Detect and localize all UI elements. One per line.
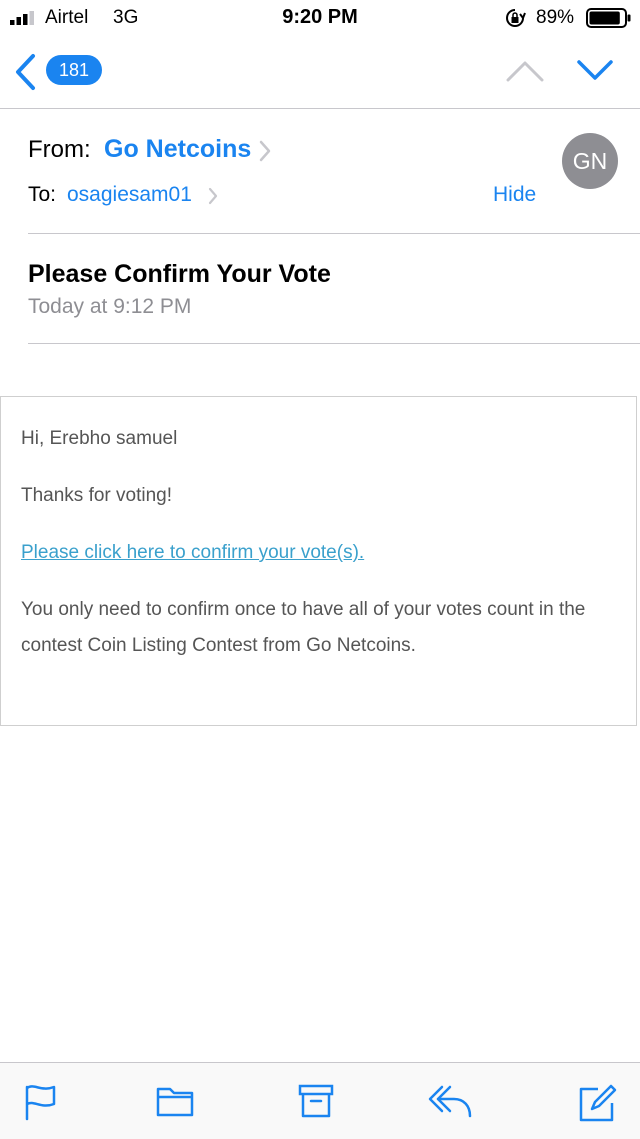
inbox-count-badge[interactable]: 181 (46, 55, 103, 85)
next-message-icon[interactable] (576, 58, 614, 82)
from-label: From: (28, 136, 91, 163)
previous-message-icon[interactable] (505, 60, 545, 82)
thanks-text: Thanks for voting! (21, 485, 173, 506)
status-bar: Airtel 3G 9:20 PM 89% (0, 0, 640, 34)
bottom-toolbar (0, 1062, 640, 1139)
flag-icon[interactable] (24, 1083, 58, 1121)
sender-avatar: GN (562, 133, 618, 189)
battery-icon (586, 8, 631, 28)
recipient-name[interactable]: osagiesam01 (67, 183, 192, 207)
reply-icon[interactable] (428, 1083, 474, 1119)
hide-details-button[interactable]: Hide (493, 183, 536, 207)
confirm-note-text: You only need to confirm once to have al… (21, 599, 586, 656)
confirm-vote-link[interactable]: Please click here to confirm your vote(s… (21, 542, 364, 564)
email-subject: Please Confirm Your Vote (28, 260, 331, 288)
folder-icon[interactable] (156, 1083, 194, 1117)
header-divider (28, 233, 640, 234)
rotation-lock-icon (506, 9, 526, 27)
email-body: Hi, Erebho samuel Thanks for voting! Ple… (0, 396, 637, 726)
back-chevron-icon[interactable] (12, 52, 38, 92)
greeting-text: Hi, Erebho samuel (21, 428, 178, 449)
battery-percent: 89% (536, 7, 575, 28)
sender-name[interactable]: Go Netcoins (104, 135, 251, 164)
sender-chevron-icon[interactable] (258, 139, 272, 163)
archive-icon[interactable] (298, 1083, 334, 1119)
to-label: To: (28, 183, 57, 206)
nav-bar: 181 (0, 34, 640, 109)
compose-icon[interactable] (578, 1083, 618, 1123)
email-date: Today at 9:12 PM (28, 295, 192, 318)
recipient-chevron-icon[interactable] (207, 186, 219, 206)
subject-divider (28, 343, 640, 344)
